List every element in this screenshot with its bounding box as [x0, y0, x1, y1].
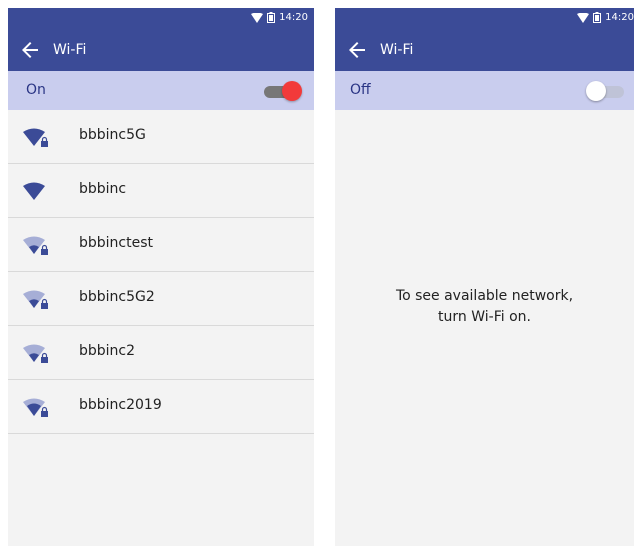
wifi-off-message: To see available network, turn Wi-Fi on. [335, 286, 634, 328]
network-item[interactable]: bbbinc2019 [8, 380, 314, 434]
page-title: Wi-Fi [380, 42, 414, 58]
battery-icon [593, 12, 602, 23]
network-item[interactable]: bbbinctest [8, 218, 314, 272]
wifi-status-icon [251, 12, 264, 23]
wifi-off-message-line2: turn Wi-Fi on. [438, 309, 531, 325]
status-time: 14:20 [279, 12, 308, 23]
back-arrow-icon[interactable] [345, 38, 369, 62]
status-indicators: 14:20 [251, 12, 308, 23]
wifi-locked-icon [23, 290, 48, 309]
wifi-screen-off: 14:20 Wi-Fi Off To see available network… [335, 8, 634, 546]
network-item[interactable]: bbbinc [8, 164, 314, 218]
wifi-off-message-line1: To see available network, [395, 288, 574, 304]
toggle-knob [586, 81, 606, 101]
network-name: bbbinc5G2 [79, 289, 155, 305]
network-item[interactable]: bbbinc2 [8, 326, 314, 380]
network-name: bbbinc [79, 181, 127, 197]
back-arrow-icon[interactable] [18, 38, 42, 62]
network-item[interactable]: bbbinc5G [8, 110, 314, 164]
wifi-toggle[interactable] [586, 81, 626, 101]
wifi-locked-icon [23, 398, 48, 417]
wifi-status-icon [577, 12, 590, 23]
wifi-toggle[interactable] [262, 81, 302, 101]
battery-icon [267, 12, 276, 23]
network-item[interactable]: bbbinc5G2 [8, 272, 314, 326]
page-title: Wi-Fi [53, 42, 87, 58]
network-list: bbbinc5G bbbinc bbbinctest bbbinc5G2 bbbinc2… [8, 110, 314, 434]
toggle-knob [282, 81, 302, 101]
status-time: 14:20 [605, 12, 634, 23]
wifi-screen-on: 14:20 Wi-Fi On bbbinc5G bbbinc bbbinctest b… [8, 8, 314, 546]
network-name: bbbinc2019 [79, 397, 162, 413]
network-name: bbbinctest [79, 235, 154, 251]
wifi-locked-icon [23, 128, 48, 147]
wifi-locked-icon [23, 236, 48, 255]
network-name: bbbinc2 [79, 343, 136, 359]
wifi-switch-bar[interactable]: Off [335, 71, 634, 110]
switch-label: On [26, 82, 46, 98]
app-bar: Wi-Fi [335, 30, 634, 71]
status-indicators: 14:20 [577, 12, 634, 23]
status-bar: 14:20 [335, 8, 634, 30]
status-bar: 14:20 [8, 8, 314, 30]
wifi-icon [23, 182, 45, 200]
switch-label: Off [350, 82, 371, 98]
wifi-locked-icon [23, 344, 48, 363]
wifi-switch-bar[interactable]: On [8, 71, 314, 110]
app-bar: Wi-Fi [8, 30, 314, 71]
network-name: bbbinc5G [79, 127, 146, 143]
